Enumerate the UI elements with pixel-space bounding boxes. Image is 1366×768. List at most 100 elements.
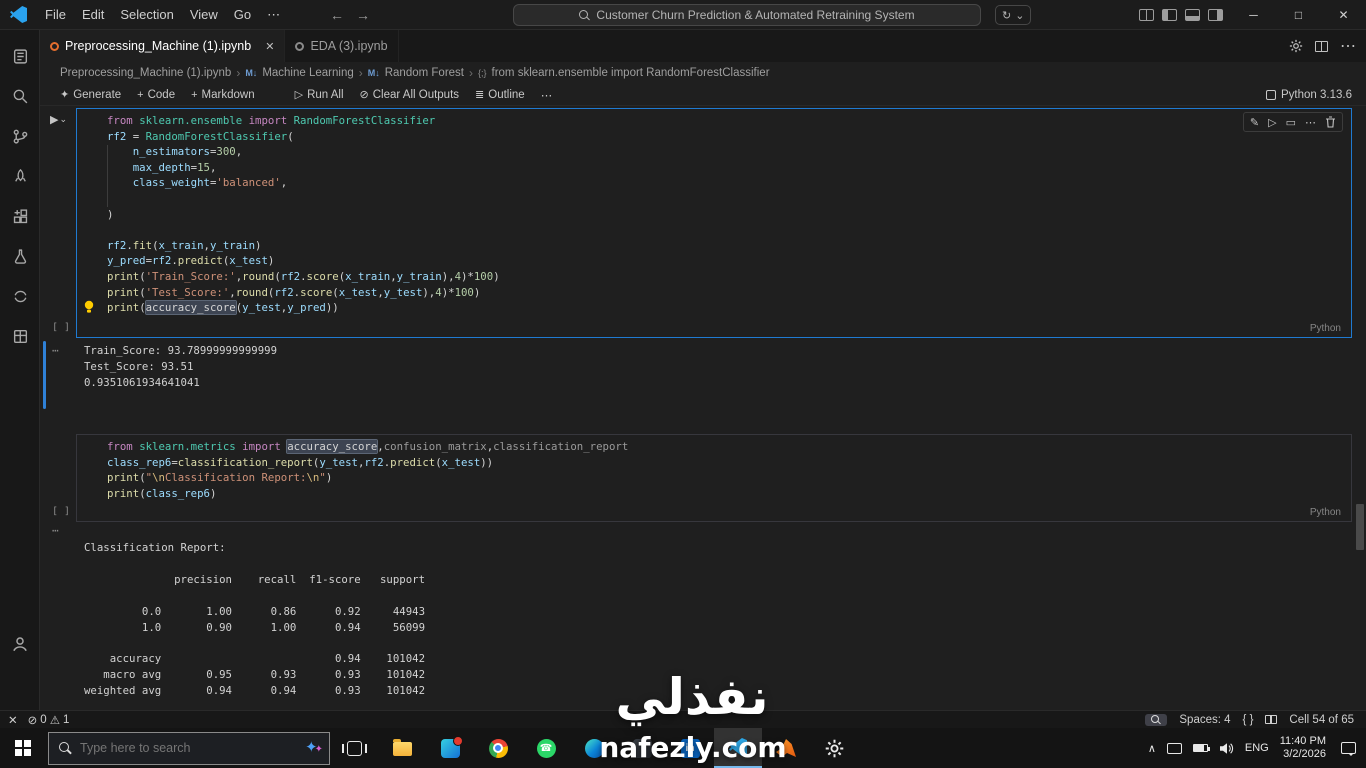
settings-gear-icon[interactable] (1289, 39, 1303, 53)
run-all-button[interactable]: ▷ Run All (295, 88, 344, 102)
split-editor-icon[interactable] (1315, 40, 1328, 52)
nav-forward-icon[interactable]: → (356, 0, 370, 30)
whatsapp-button[interactable]: ☎ (522, 728, 570, 768)
add-markdown-button[interactable]: + Markdown (191, 89, 255, 101)
command-center-search[interactable]: Customer Churn Prediction & Automated Re… (513, 4, 981, 26)
explorer-icon[interactable] (0, 36, 40, 76)
menu-view[interactable]: View (182, 0, 226, 30)
outline-button[interactable]: ≣ Outline (475, 88, 525, 102)
markdown-cell-icon: M↓ (245, 68, 258, 78)
file-explorer-button[interactable] (378, 728, 426, 768)
braces-icon[interactable]: { } (1243, 714, 1254, 726)
action-center-icon[interactable] (1341, 742, 1356, 756)
breadcrumb-subsection[interactable]: Random Forest (385, 67, 464, 79)
problems-indicator[interactable]: ⊘ 0 ⚠ 1 (28, 713, 70, 727)
close-button[interactable]: ✕ (1321, 0, 1366, 30)
editor-tabs: Preprocessing_Machine (1).ipynb ✕ EDA (3… (40, 30, 1366, 62)
generate-label: Generate (73, 88, 122, 101)
code-cell-1[interactable]: ▶ ⌄ [ ] ✎ ▷ ▭ ⋯ from sklearn.ensemble im… (50, 108, 1352, 338)
generate-button[interactable]: ✦ Generate (60, 88, 122, 102)
output-gutter-icon[interactable]: ⋯ (52, 344, 59, 357)
breadcrumb: Preprocessing_Machine (1).ipynb › M↓ Mac… (40, 62, 1366, 84)
cell-language-label[interactable]: Python (1310, 507, 1341, 518)
tray-date: 3/2/2026 (1283, 748, 1326, 760)
tab-eda[interactable]: EDA (3).ipynb (285, 30, 399, 62)
remote-close-icon[interactable]: ✕ (8, 713, 18, 727)
notebook-toolbar: ✦ Generate + Code + Markdown ▷ Run All ⊘… (40, 84, 1366, 106)
file-explorer-icon (392, 739, 412, 756)
testing-flask-icon[interactable] (0, 236, 40, 276)
language-indicator[interactable]: ENG (1245, 742, 1269, 754)
toggle-sidebar-icon[interactable] (1162, 9, 1177, 21)
tray-chevron-icon[interactable]: ∧ (1148, 742, 1156, 755)
run-all-label: Run All (307, 88, 344, 101)
copilot-dropdown-button[interactable]: ↻ ⌄ (995, 5, 1032, 25)
outline-icon: ≣ (475, 89, 485, 101)
table-grid-icon[interactable] (0, 316, 40, 356)
menu-selection[interactable]: Selection (112, 0, 181, 30)
cell-language-label[interactable]: Python (1310, 323, 1341, 334)
run-cell-button[interactable]: ▶ ⌄ (50, 113, 67, 126)
warning-count: 1 (63, 713, 70, 726)
jupyter-icon[interactable] (0, 276, 40, 316)
toggle-panel-icon[interactable] (1185, 9, 1200, 21)
tab-close-icon[interactable]: ✕ (265, 40, 274, 53)
battery-icon[interactable] (1192, 744, 1210, 752)
taskbar-search-input[interactable] (80, 741, 270, 755)
notebook-layout-icon[interactable] (1265, 715, 1278, 724)
chevron-right-icon: › (358, 66, 363, 80)
task-view-button[interactable] (330, 728, 378, 768)
clear-outputs-button[interactable]: ⊘ Clear All Outputs (360, 88, 460, 102)
breadcrumb-section[interactable]: Machine Learning (262, 67, 353, 79)
statusbar-search-button[interactable] (1145, 713, 1168, 726)
add-markdown-label: Markdown (201, 88, 255, 101)
breadcrumb-file[interactable]: Preprocessing_Machine (1).ipynb (60, 67, 231, 79)
more-actions-icon[interactable]: ⋯ (1340, 36, 1356, 56)
cell-position-indicator[interactable]: Cell 54 of 65 (1289, 714, 1354, 726)
extensions-icon[interactable] (0, 196, 40, 236)
account-icon[interactable] (0, 624, 40, 664)
chrome-button[interactable] (474, 728, 522, 768)
minimize-button[interactable]: ─ (1231, 0, 1276, 30)
menu-more-icon[interactable]: ⋯ (259, 0, 288, 30)
notebook-file-icon (50, 41, 59, 51)
execution-count: [ ] (52, 506, 71, 517)
teal-app-icon (440, 735, 463, 758)
code-editor[interactable]: from sklearn.ensemble import RandomFores… (77, 109, 1351, 316)
touchpad-icon[interactable] (1166, 742, 1182, 754)
toggle-secondary-sidebar-icon[interactable] (1208, 9, 1223, 21)
source-control-icon[interactable] (0, 116, 40, 156)
scrollbar-thumb[interactable] (1356, 504, 1364, 550)
error-count: 0 (40, 713, 47, 726)
tab-preprocessing-machine[interactable]: Preprocessing_Machine (1).ipynb ✕ (40, 30, 286, 62)
maximize-button[interactable]: □ (1276, 0, 1321, 30)
menu-go[interactable]: Go (226, 0, 259, 30)
clock[interactable]: 11:40 PM 3/2/2026 (1280, 735, 1326, 761)
search-sidebar-icon[interactable] (0, 76, 40, 116)
teal-app-button[interactable] (426, 728, 474, 768)
speaker-icon[interactable] (1219, 742, 1234, 755)
code-cell-2[interactable]: [ ] from sklearn.metrics import accuracy… (52, 434, 1352, 522)
code-editor[interactable]: from sklearn.metrics import accuracy_sco… (77, 435, 1351, 501)
whatsapp-icon: ☎ (536, 738, 556, 758)
indentation-indicator[interactable]: Spaces: 4 (1179, 714, 1230, 726)
nav-back-icon[interactable]: ← (330, 0, 344, 30)
add-code-button[interactable]: + Code (137, 89, 175, 101)
kernel-label: Python 3.13.6 (1281, 88, 1352, 101)
output-gutter-icon[interactable]: ⋯ (52, 524, 59, 537)
customize-layout-icon[interactable] (1139, 9, 1154, 21)
settings-button[interactable] (810, 728, 858, 768)
taskbar-search[interactable]: ✦✦ (48, 731, 330, 765)
menu-file[interactable]: File (37, 0, 74, 30)
refresh-icon: ↻ (1002, 9, 1012, 22)
tab-label: EDA (3).ipynb (310, 39, 388, 53)
toolbar-more-icon[interactable]: ⋯ (541, 88, 553, 102)
menu-edit[interactable]: Edit (74, 0, 112, 30)
start-button[interactable] (0, 728, 46, 768)
settings-gear-icon (825, 739, 843, 757)
breadcrumb-cell[interactable]: from sklearn.ensemble import RandomFores… (492, 67, 770, 79)
run-debug-icon[interactable] (0, 156, 40, 196)
tab-label: Preprocessing_Machine (1).ipynb (65, 39, 252, 53)
chevron-right-icon: › (469, 66, 473, 80)
kernel-picker[interactable]: Python 3.13.6 (1266, 89, 1352, 101)
